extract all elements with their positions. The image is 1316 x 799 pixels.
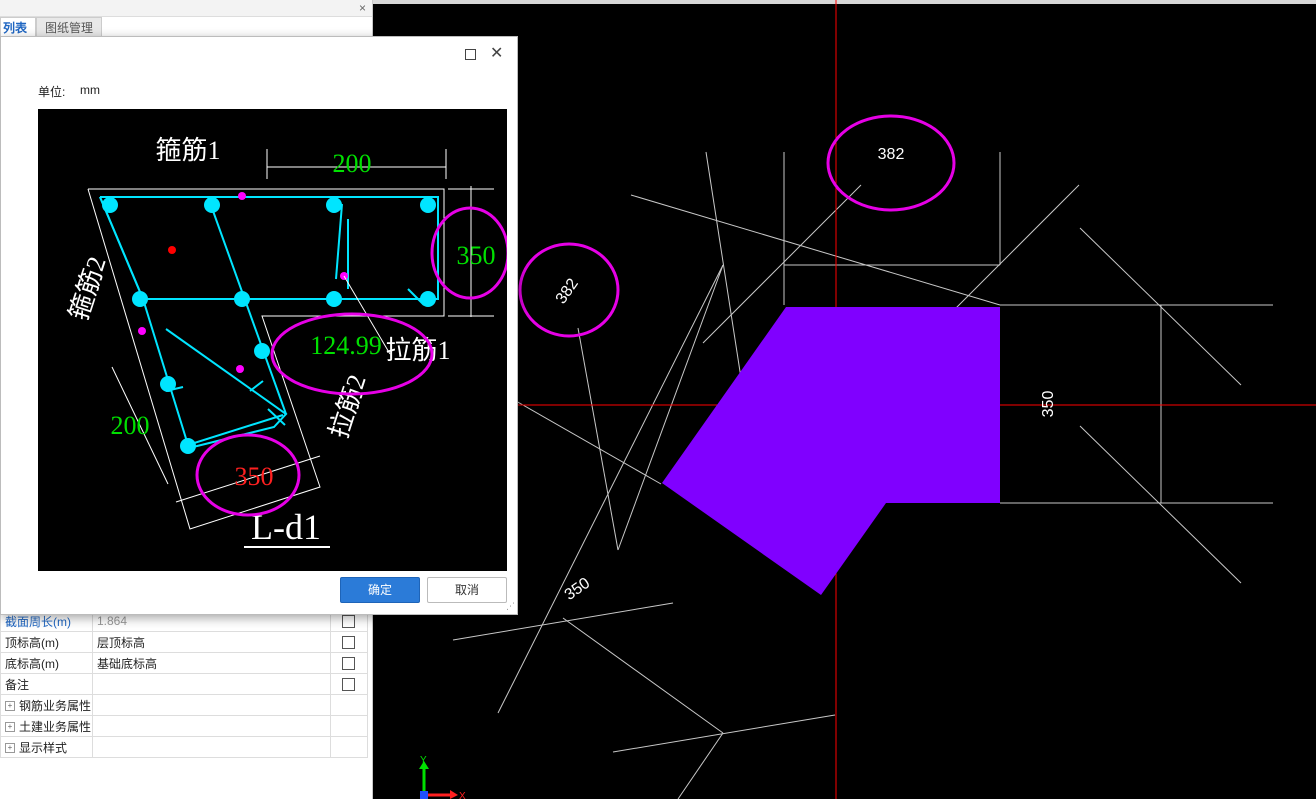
axis-x-label: X <box>459 791 466 799</box>
property-group-name: 土建业务属性 <box>19 719 92 734</box>
property-group-row[interactable]: + 显示样式 <box>0 736 369 758</box>
expand-icon[interactable]: + <box>5 722 15 733</box>
dim-mid: 124.99 <box>310 331 382 360</box>
dim-top: 200 <box>333 149 372 178</box>
property-row[interactable]: 备注 <box>0 673 369 695</box>
cad-dim-left: 382 <box>553 276 582 308</box>
highlight-ellipse-top <box>826 114 956 212</box>
property-checkbox[interactable] <box>342 615 356 629</box>
resize-grip-icon[interactable]: ⋰ <box>506 601 515 612</box>
property-value[interactable]: 基础底标高 <box>92 652 331 674</box>
property-name: 备注 <box>0 673 93 695</box>
unit-value: mm <box>80 83 100 97</box>
stirrups <box>99 196 439 450</box>
label-stirrup1: 箍筋1 <box>155 136 220 165</box>
dimension-lines <box>111 149 494 503</box>
tab-drawing-management[interactable]: 图纸管理 <box>36 17 103 38</box>
ucs-axis-icon: Y X <box>419 755 466 799</box>
property-checkbox[interactable] <box>342 657 356 671</box>
cad-dim-top: 382 <box>878 146 905 163</box>
insertion-point <box>168 246 176 254</box>
property-row[interactable]: 顶标高(m) 层顶标高 <box>0 631 369 653</box>
property-value[interactable] <box>92 673 331 695</box>
dim-left: 200 <box>111 411 150 440</box>
close-icon[interactable]: ✕ <box>490 43 503 63</box>
property-checkbox[interactable] <box>342 636 356 650</box>
property-name: 顶标高(m) <box>0 631 93 653</box>
maximize-icon[interactable] <box>465 49 476 60</box>
expand-icon[interactable]: + <box>5 743 15 754</box>
label-tie2: 拉筋2 <box>324 371 372 442</box>
property-group-row[interactable]: + 土建业务属性 <box>0 715 369 737</box>
property-name: 底标高(m) <box>0 652 93 674</box>
l-section-shape[interactable] <box>662 307 1000 595</box>
property-row[interactable]: 底标高(m) 基础底标高 <box>0 652 369 674</box>
panel-close-icon[interactable]: × <box>359 1 366 15</box>
dim-right: 350 <box>457 241 496 270</box>
confirm-button[interactable]: 确定 <box>340 577 420 603</box>
property-group-name: 显示样式 <box>19 740 68 755</box>
panel-tabs: 列表 图纸管理 <box>0 17 103 38</box>
property-table: 截面周长(m) 1.864 顶标高(m) 层顶标高 底标高(m) 基础底标高 备… <box>0 610 369 758</box>
property-checkbox[interactable] <box>342 678 356 692</box>
cad-dim-bottom-left: 350 <box>562 575 594 604</box>
axis-y-label: Y <box>420 755 427 766</box>
section-editor-dialog: ✕ 单位: mm 箍筋1 箍筋2 拉筋1 拉筋2 200 350 124.99 … <box>0 36 518 615</box>
cad-dim-right: 350 <box>1040 391 1057 418</box>
property-group-name: 钢筋业务属性 <box>19 698 92 713</box>
section-preview[interactable]: 箍筋1 箍筋2 拉筋1 拉筋2 200 350 124.99 200 350 L… <box>38 109 510 571</box>
label-tie1: 拉筋1 <box>385 336 450 365</box>
cancel-button[interactable]: 取消 <box>427 577 507 603</box>
property-value[interactable]: 层顶标高 <box>92 631 331 653</box>
tab-list[interactable]: 列表 <box>0 17 37 38</box>
label-stirrup2: 箍筋2 <box>64 253 112 324</box>
unit-label: 单位: <box>38 85 66 99</box>
panel-title-bar: × <box>0 0 372 17</box>
rebar-drawing: 箍筋1 箍筋2 拉筋1 拉筋2 200 350 124.99 200 350 L… <box>64 136 510 548</box>
expand-icon[interactable]: + <box>5 701 15 712</box>
property-group-row[interactable]: + 钢筋业务属性 <box>0 694 369 716</box>
dim-bottom: 350 <box>235 462 274 491</box>
